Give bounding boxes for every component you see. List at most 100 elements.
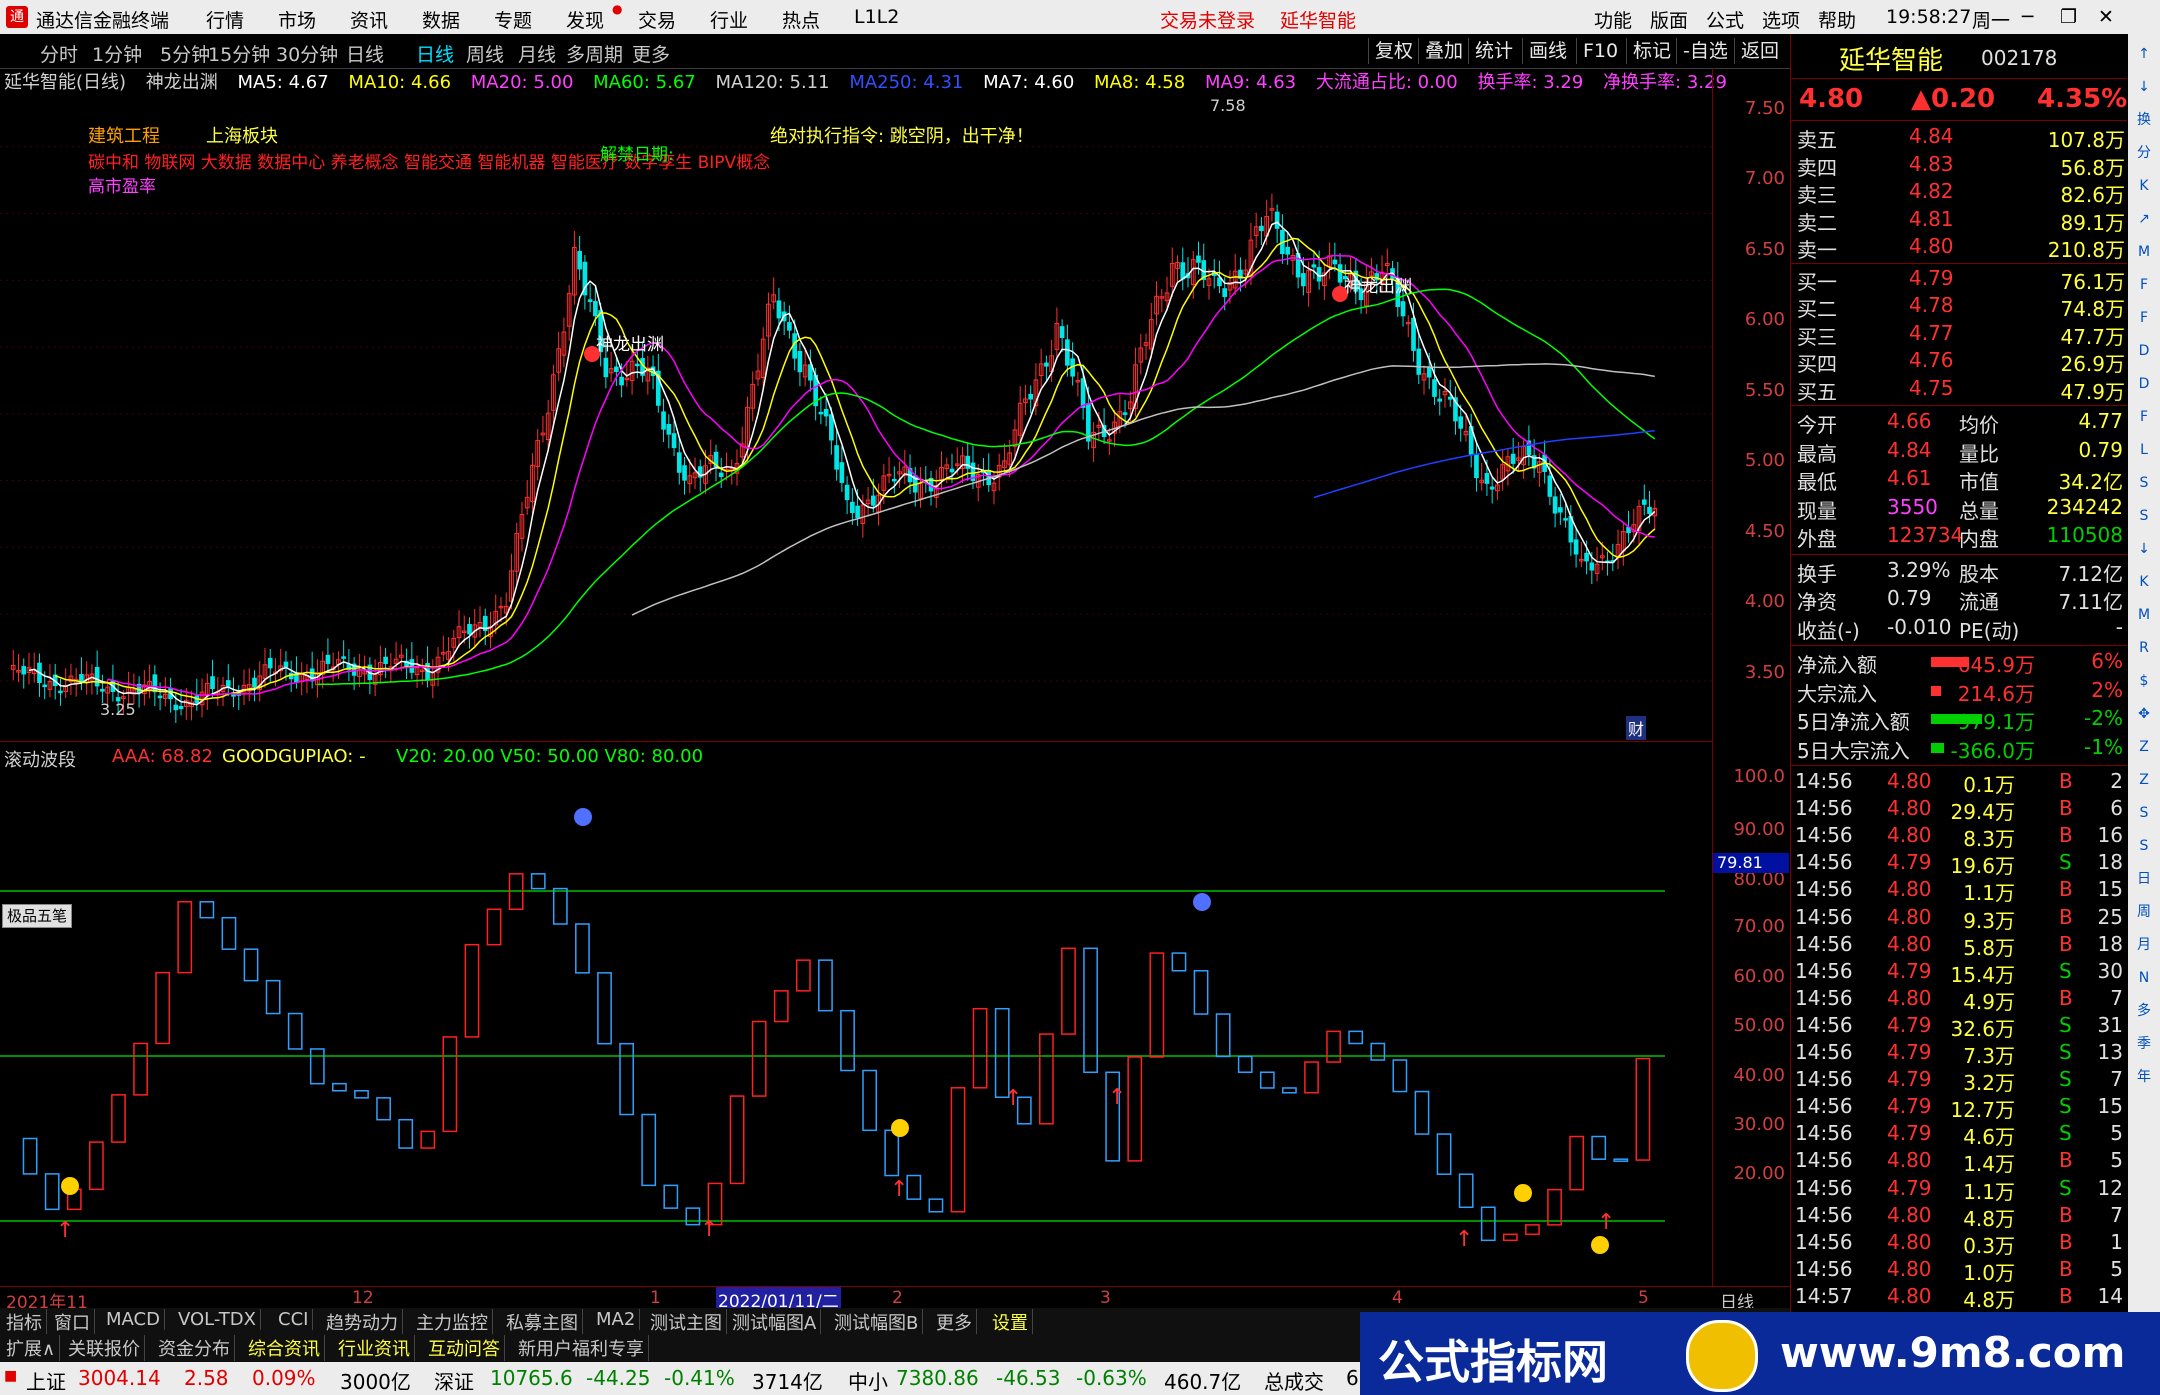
indicator-tab[interactable]: MA2	[592, 1309, 641, 1330]
side-tool-icon[interactable]: D	[2132, 372, 2156, 396]
menu-topic[interactable]: 专题	[494, 6, 532, 33]
side-tool-icon[interactable]: ↓	[2132, 75, 2156, 99]
back-button[interactable]: 返回	[1734, 38, 1785, 64]
side-tool-icon[interactable]: $	[2132, 669, 2156, 693]
side-tool-icon[interactable]: D	[2132, 339, 2156, 363]
indicator-tab[interactable]: MACD	[102, 1309, 165, 1330]
info-tab[interactable]: 新用户福利专享	[514, 1335, 649, 1361]
side-tool-icon[interactable]: M	[2132, 603, 2156, 627]
draw-button[interactable]: 画线	[1522, 38, 1573, 64]
tab-weekly[interactable]: 周线	[466, 40, 504, 67]
side-tool-icon[interactable]: 季	[2132, 1032, 2156, 1056]
menu-hot[interactable]: 热点	[782, 6, 820, 33]
side-tool-icon[interactable]: S	[2132, 504, 2156, 528]
mark-button[interactable]: 标记	[1626, 38, 1677, 64]
watchlist-button[interactable]: -自选	[1676, 38, 1734, 64]
side-tool-icon[interactable]: K	[2132, 570, 2156, 594]
side-tool-icon[interactable]: S	[2132, 801, 2156, 825]
info-tab[interactable]: 关联报价	[64, 1335, 145, 1361]
side-tool-icon[interactable]: K	[2132, 174, 2156, 198]
indicator-tab[interactable]: 主力监控	[412, 1309, 493, 1335]
stats-button[interactable]: 统计	[1468, 38, 1519, 64]
side-tool-icon[interactable]: R	[2132, 636, 2156, 660]
indicator-tab[interactable]: CCI	[274, 1309, 314, 1330]
side-tool-icon[interactable]: Z	[2132, 735, 2156, 759]
menu-l1l2[interactable]: L1L2	[854, 6, 899, 28]
side-tool-icon[interactable]: 换	[2132, 108, 2156, 132]
side-tool-icon[interactable]: 周	[2132, 900, 2156, 924]
info-tab[interactable]: 资金分布	[154, 1335, 235, 1361]
side-tool-icon[interactable]: F	[2132, 306, 2156, 330]
indicator-tab[interactable]: VOL-TDX	[174, 1309, 261, 1330]
indicator-tab[interactable]: 更多	[932, 1309, 977, 1335]
side-tool-icon[interactable]: ↓	[2132, 537, 2156, 561]
pen-tool[interactable]: 极品五笔	[2, 904, 73, 928]
tab-5min[interactable]: 5分钟	[160, 40, 210, 67]
tab-30min[interactable]: 30分钟	[276, 40, 338, 67]
tab-monthly[interactable]: 月线	[518, 40, 556, 67]
menu-formula[interactable]: 公式	[1706, 6, 1744, 33]
side-tool-icon[interactable]: 分	[2132, 141, 2156, 165]
tab-60min[interactable]: 日线	[346, 40, 384, 67]
tab-1min[interactable]: 1分钟	[92, 40, 142, 67]
finance-tag[interactable]: 财	[1626, 716, 1647, 740]
menu-market[interactable]: 市场	[278, 6, 316, 33]
side-tool-icon[interactable]: ✥	[2132, 702, 2156, 726]
tab-more[interactable]: 更多	[632, 40, 670, 67]
side-tool-icon[interactable]: F	[2132, 405, 2156, 429]
menu-discover[interactable]: 发现	[566, 6, 604, 33]
indicator-tab[interactable]: 窗口	[50, 1309, 95, 1335]
sz-name[interactable]: 深证	[434, 1366, 474, 1395]
menu-news[interactable]: 资讯	[350, 6, 388, 33]
minimize-icon[interactable]: ─	[2022, 6, 2033, 28]
menu-layout[interactable]: 版面	[1650, 6, 1688, 33]
login-status[interactable]: 交易未登录	[1160, 6, 1255, 33]
indicator-tab[interactable]: 测试幅图A	[728, 1309, 822, 1335]
close-icon[interactable]: ✕	[2098, 6, 2114, 28]
info-tab[interactable]: 互动问答	[424, 1335, 505, 1361]
indicator-tab[interactable]: 私募主图	[502, 1309, 583, 1335]
sub-indicator-name[interactable]: 滚动波段	[4, 746, 76, 772]
tab-15min[interactable]: 15分钟	[208, 40, 270, 67]
indicator-name[interactable]: 神龙出渊	[146, 72, 218, 93]
side-tool-icon[interactable]: ↑	[2132, 42, 2156, 66]
side-tool-icon[interactable]: 月	[2132, 933, 2156, 957]
fuquan-button[interactable]: 复权	[1368, 38, 1419, 64]
sh-name[interactable]: 上证	[26, 1366, 66, 1395]
side-tool-icon[interactable]: 日	[2132, 867, 2156, 891]
menu-trade[interactable]: 交易	[638, 6, 676, 33]
side-tool-icon[interactable]: S	[2132, 471, 2156, 495]
info-tab[interactable]: 扩展∧	[2, 1335, 61, 1361]
menu-data[interactable]: 数据	[422, 6, 460, 33]
indicator-tab[interactable]: 设置	[988, 1309, 1033, 1335]
menu-function[interactable]: 功能	[1594, 6, 1632, 33]
side-tool-icon[interactable]: Z	[2132, 768, 2156, 792]
info-tab[interactable]: 行业资讯	[334, 1335, 415, 1361]
side-tool-icon[interactable]: F	[2132, 273, 2156, 297]
overlay-button[interactable]: 叠加	[1418, 38, 1469, 64]
kline-chart[interactable]	[0, 96, 1712, 741]
zx-name[interactable]: 中小	[848, 1366, 888, 1395]
menu-options[interactable]: 选项	[1762, 6, 1800, 33]
indicator-tab[interactable]: 测试幅图B	[830, 1309, 924, 1335]
indicator-tab[interactable]: 趋势动力	[322, 1309, 403, 1335]
menu-help[interactable]: 帮助	[1818, 6, 1856, 33]
side-tool-icon[interactable]: M	[2132, 240, 2156, 264]
side-tool-icon[interactable]: ↗	[2132, 207, 2156, 231]
tab-multi[interactable]: 多周期	[566, 40, 623, 67]
tab-daily[interactable]: 日线	[416, 40, 454, 67]
side-tool-icon[interactable]: 年	[2132, 1065, 2156, 1089]
tab-fenshi[interactable]: 分时	[40, 40, 78, 67]
side-tool-icon[interactable]: 多	[2132, 999, 2156, 1023]
menu-industry[interactable]: 行业	[710, 6, 748, 33]
wave-indicator-chart[interactable]: ↑ ↑ ↑ ↑ ↑ ↑ ↑	[0, 771, 1712, 1286]
indicator-tab[interactable]: 测试主图	[646, 1309, 727, 1335]
side-tool-icon[interactable]: S	[2132, 834, 2156, 858]
indicator-tab[interactable]: 指标	[2, 1309, 47, 1335]
f10-button[interactable]: F10	[1576, 38, 1624, 64]
side-tool-icon[interactable]: L	[2132, 438, 2156, 462]
menu-hq[interactable]: 行情	[206, 6, 244, 33]
restore-icon[interactable]: ❐	[2060, 6, 2077, 28]
side-tool-icon[interactable]: N	[2132, 966, 2156, 990]
info-tab[interactable]: 综合资讯	[244, 1335, 325, 1361]
